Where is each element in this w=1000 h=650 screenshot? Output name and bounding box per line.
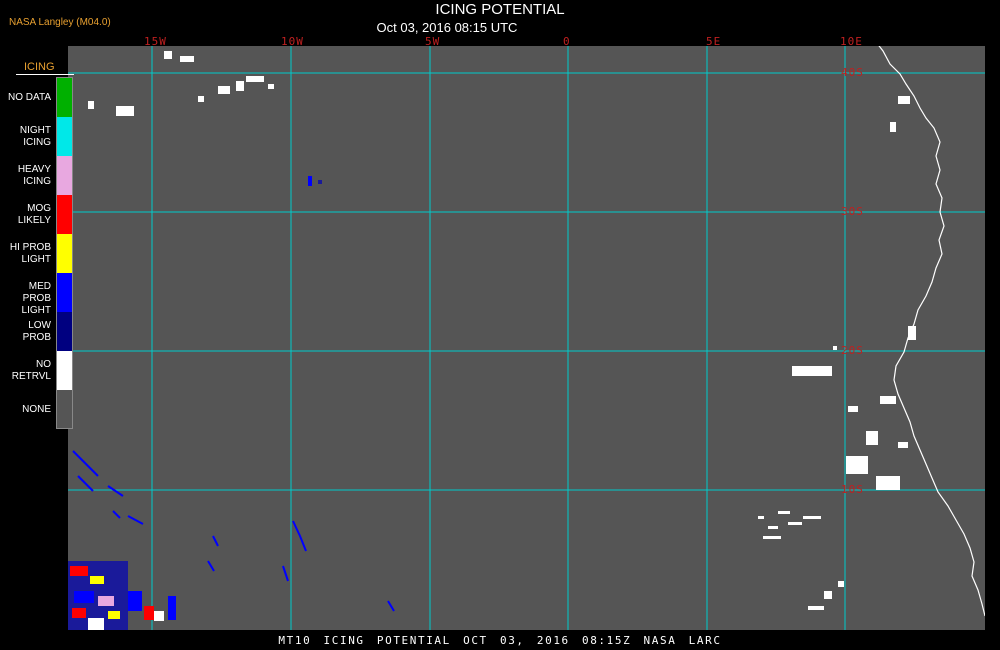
legend-label-line: ICING bbox=[23, 136, 51, 148]
legend-label-line: NONE bbox=[22, 403, 51, 415]
legend-label-line: MED PROB bbox=[22, 280, 51, 304]
map-title: ICING POTENTIAL bbox=[435, 1, 565, 18]
legend-label-line: LOW bbox=[28, 319, 51, 331]
footer-caption: MT10 ICING POTENTIAL OCT 03, 2016 08:15Z… bbox=[278, 634, 722, 647]
legend-label-line: ICING bbox=[23, 175, 51, 187]
legend-label-line: MOG bbox=[27, 202, 51, 214]
legend-label-line: NO bbox=[36, 358, 51, 370]
legend-label-line: NIGHT bbox=[19, 124, 51, 136]
legend-label-line: LIGHT bbox=[21, 253, 51, 265]
legend-label-line: LIKELY bbox=[17, 214, 51, 226]
legend-label-line: LIGHT bbox=[21, 304, 51, 316]
legend-label: MOG LIKELY bbox=[0, 203, 51, 227]
map-timestamp: Oct 03, 2016 08:15 UTC bbox=[376, 20, 518, 35]
legend-title: ICING bbox=[24, 61, 55, 73]
legend-label: NO DATA bbox=[0, 92, 51, 104]
legend-label: NIGHT ICING bbox=[0, 125, 51, 149]
legend-label: LOW PROB bbox=[0, 320, 51, 344]
icing-map[interactable]: 40S 30S 20S 10S bbox=[68, 46, 985, 630]
legend-label-line: RETRVL bbox=[11, 370, 51, 382]
legend-label: NO RETRVL bbox=[0, 359, 51, 383]
icing-clusters bbox=[68, 176, 395, 630]
legend-label: MED PROB LIGHT bbox=[0, 281, 51, 317]
legend-label-line: HEAVY bbox=[17, 163, 51, 175]
legend-label-line: HI PROB bbox=[9, 241, 51, 253]
map-canvas bbox=[68, 46, 985, 630]
lat-label-30s: 30S bbox=[841, 205, 864, 218]
lat-label-40s: 40S bbox=[841, 66, 864, 79]
legend-frame bbox=[56, 77, 73, 429]
lat-label-20s: 20S bbox=[841, 344, 864, 357]
legend-label-line: NO DATA bbox=[8, 91, 51, 103]
legend-label: HI PROB LIGHT bbox=[0, 242, 51, 266]
legend-divider bbox=[16, 74, 74, 75]
lat-lon-grid bbox=[68, 46, 985, 630]
legend-label: HEAVY ICING bbox=[0, 164, 51, 188]
lat-label-10s: 10S bbox=[841, 483, 864, 496]
no-retrieval-patches bbox=[88, 51, 916, 610]
legend-label: NONE bbox=[0, 404, 51, 416]
legend-label-line: PROB bbox=[22, 331, 51, 343]
